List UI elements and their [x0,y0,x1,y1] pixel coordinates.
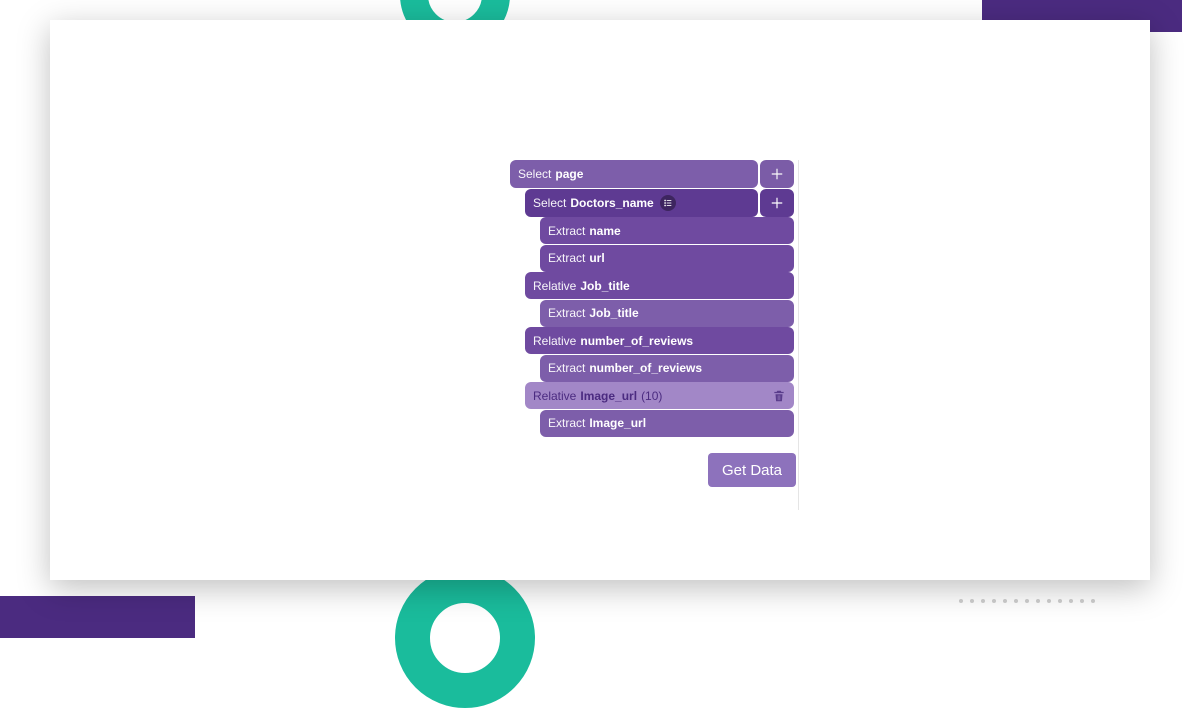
selector-row-extract-image-url[interactable]: Extract Image_url [540,410,794,437]
row-name: Image_url [589,416,646,430]
row-name: Image_url [580,389,637,403]
row-name: Job_title [589,306,638,320]
selector-row-page[interactable]: Select page [510,160,758,188]
plus-icon [770,167,784,181]
selector-row-relative-reviews[interactable]: Relative number_of_reviews [525,327,794,354]
row-action: Extract [548,306,585,320]
selector-panel: Select page Select Doctors_name Extract … [510,160,800,437]
row-name: number_of_reviews [589,361,702,375]
row-name: number_of_reviews [580,334,693,348]
decor-circle-bottom [395,568,535,708]
row-action: Extract [548,416,585,430]
selector-row-extract-reviews[interactable]: Extract number_of_reviews [540,355,794,382]
row-action: Select [518,167,551,181]
add-child-button[interactable] [760,189,794,217]
delete-button[interactable] [772,389,786,403]
row-action: Relative [533,334,576,348]
selector-row-extract-job-title[interactable]: Extract Job_title [540,300,794,327]
row-action: Extract [548,251,585,265]
row-action: Relative [533,389,576,403]
row-name: url [589,251,604,265]
row-name: name [589,224,620,238]
selector-row-relative-job-title[interactable]: Relative Job_title [525,272,794,299]
selector-row-extract-name[interactable]: Extract name [540,217,794,244]
row-count: (10) [641,389,662,403]
get-data-button[interactable]: Get Data [708,453,796,487]
selector-row-doctors-name[interactable]: Select Doctors_name [525,189,758,217]
trash-icon [772,389,786,403]
plus-icon [770,196,784,210]
list-icon [660,195,676,211]
row-action: Extract [548,361,585,375]
add-child-button[interactable] [760,160,794,188]
selector-row-extract-url[interactable]: Extract url [540,245,794,272]
row-action: Extract [548,224,585,238]
row-name: Doctors_name [570,196,653,210]
row-action: Select [533,196,566,210]
main-card: Select page Select Doctors_name Extract … [50,20,1150,580]
selector-row-relative-image-url[interactable]: Relative Image_url (10) [525,382,794,409]
row-name: Job_title [580,279,629,293]
row-name: page [555,167,583,181]
decor-dots-low [959,599,1095,603]
row-action: Relative [533,279,576,293]
decor-square-bottom-left [0,596,195,638]
